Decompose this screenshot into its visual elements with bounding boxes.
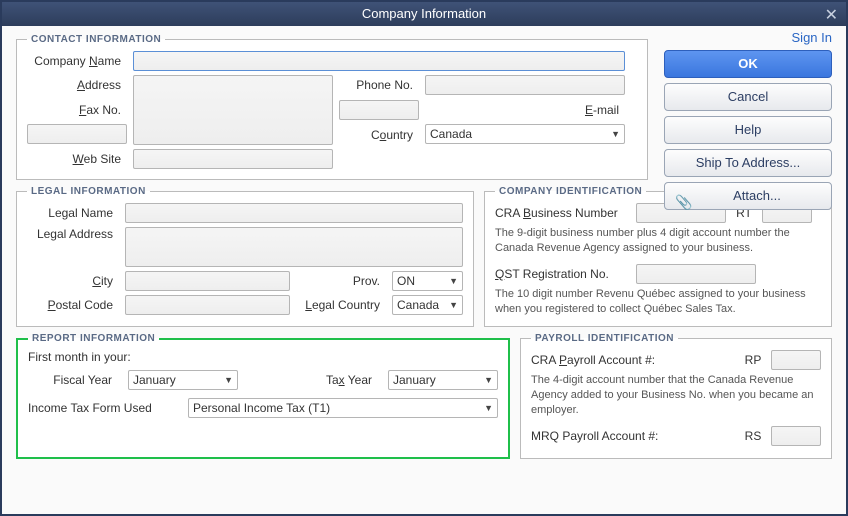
chevron-down-icon: ▼ (224, 375, 233, 385)
qst-registration-label: QST Registration No. (495, 267, 630, 281)
income-tax-form-label: Income Tax Form Used (28, 401, 178, 415)
chevron-down-icon: ▼ (611, 129, 620, 139)
titlebar: Company Information ✕ (2, 2, 846, 26)
chevron-down-icon: ▼ (484, 375, 493, 385)
report-legend: REPORT INFORMATION (28, 333, 159, 344)
city-input[interactable] (125, 271, 290, 291)
first-month-label: First month in your: (28, 350, 498, 364)
legal-name-label: Legal Name (27, 206, 119, 220)
fax-input[interactable] (339, 100, 419, 120)
phone-label: Phone No. (339, 78, 419, 92)
country-dropdown[interactable]: Canada ▼ (425, 124, 625, 144)
company-name-input[interactable] (133, 51, 625, 71)
company-name-label: Company Name (27, 54, 127, 68)
ok-button[interactable]: OK (664, 50, 832, 78)
legal-country-dropdown[interactable]: Canada ▼ (392, 295, 463, 315)
country-label: Country (339, 128, 419, 142)
email-input[interactable] (27, 124, 127, 144)
fax-label: Fax No. (27, 103, 127, 117)
postal-code-input[interactable] (125, 295, 290, 315)
close-icon[interactable]: ✕ (825, 4, 838, 28)
tax-year-label: Tax Year (298, 373, 378, 387)
chevron-down-icon: ▼ (449, 276, 458, 286)
attach-label: Attach... (733, 188, 781, 203)
legal-country-label: Legal Country (296, 298, 386, 312)
payroll-identification-group: PAYROLL IDENTIFICATION CRA Payroll Accou… (520, 333, 832, 459)
fiscal-year-dropdown[interactable]: January ▼ (128, 370, 238, 390)
province-label: Prov. (296, 274, 386, 288)
cra-business-info-text: The 9-digit business number plus 4 digit… (495, 226, 821, 256)
qst-registration-input[interactable] (636, 264, 756, 284)
mrq-rs-suffix: RS (741, 429, 765, 443)
contact-information-group: CONTACT INFORMATION Company Name Address… (16, 34, 648, 180)
province-dropdown[interactable]: ON ▼ (392, 271, 463, 291)
legal-address-input[interactable] (125, 227, 463, 267)
legal-information-group: LEGAL INFORMATION Legal Name Legal Addre… (16, 186, 474, 327)
payroll-legend: PAYROLL IDENTIFICATION (531, 333, 678, 344)
address-label: Address (27, 78, 127, 92)
fiscal-year-label: Fiscal Year (28, 373, 118, 387)
sign-in-link[interactable]: Sign In (664, 30, 832, 45)
mrq-payroll-input[interactable] (771, 426, 821, 446)
company-info-window: Company Information ✕ Sign In OK Cancel … (0, 0, 848, 516)
chevron-down-icon: ▼ (449, 300, 458, 310)
income-tax-form-dropdown[interactable]: Personal Income Tax (T1) ▼ (188, 398, 498, 418)
qst-info-text: The 10 digit number Revenu Québec assign… (495, 287, 821, 317)
chevron-down-icon: ▼ (484, 403, 493, 413)
legal-name-input[interactable] (125, 203, 463, 223)
ship-to-address-button[interactable]: Ship To Address... (664, 149, 832, 177)
cra-payroll-label: CRA Payroll Account #: (531, 353, 735, 367)
legal-legend: LEGAL INFORMATION (27, 186, 150, 197)
email-label: E-mail (425, 103, 625, 117)
income-tax-form-value: Personal Income Tax (T1) (193, 401, 330, 415)
website-label: Web Site (27, 152, 127, 166)
tax-year-value: January (393, 373, 436, 387)
cra-business-number-label: CRA Business Number (495, 206, 630, 220)
company-id-legend: COMPANY IDENTIFICATION (495, 186, 646, 197)
mrq-payroll-label: MRQ Payroll Account #: (531, 429, 735, 443)
cra-payroll-input[interactable] (771, 350, 821, 370)
paperclip-icon: 📎 (675, 189, 692, 215)
cancel-button[interactable]: Cancel (664, 83, 832, 111)
country-value: Canada (430, 127, 472, 141)
tax-year-dropdown[interactable]: January ▼ (388, 370, 498, 390)
province-value: ON (397, 274, 415, 288)
help-button[interactable]: Help (664, 116, 832, 144)
contact-legend: CONTACT INFORMATION (27, 34, 165, 45)
attach-button[interactable]: 📎 Attach... (664, 182, 832, 210)
address-input[interactable] (133, 75, 333, 145)
website-input[interactable] (133, 149, 333, 169)
fiscal-year-value: January (133, 373, 176, 387)
legal-address-label: Legal Address (27, 227, 119, 241)
postal-code-label: Postal Code (27, 298, 119, 312)
cra-rp-suffix: RP (741, 353, 765, 367)
cra-payroll-info-text: The 4-digit account number that the Cana… (531, 373, 821, 418)
window-title: Company Information (362, 6, 486, 21)
legal-country-value: Canada (397, 298, 439, 312)
city-label: City (27, 274, 119, 288)
action-panel: Sign In OK Cancel Help Ship To Address..… (664, 30, 832, 210)
report-information-group: REPORT INFORMATION First month in your: … (16, 333, 510, 459)
phone-input[interactable] (425, 75, 625, 95)
